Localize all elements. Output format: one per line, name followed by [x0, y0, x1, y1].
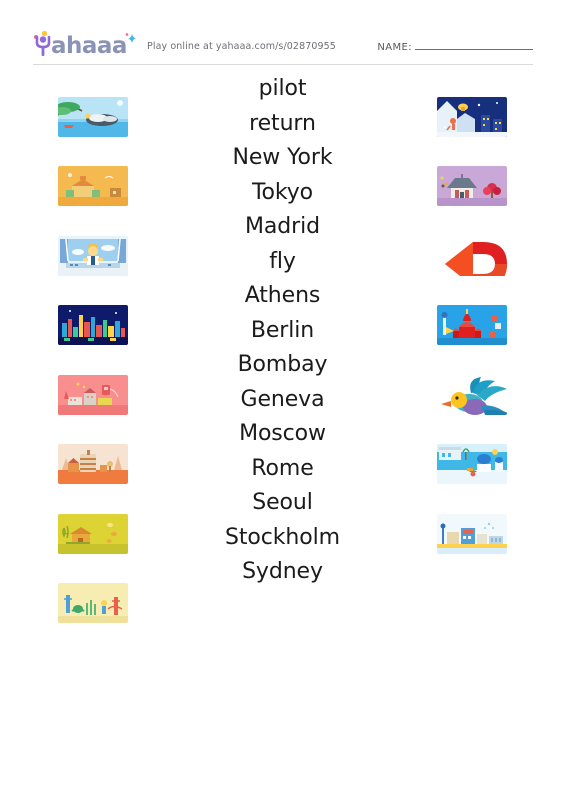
right-slot-1	[412, 82, 532, 152]
word-item: Bombay	[237, 352, 328, 377]
left-slot-4	[33, 291, 153, 361]
left-slot-1	[33, 82, 153, 152]
right-slot-3	[412, 221, 532, 291]
left-slot-7	[33, 499, 153, 569]
right-slot-2	[412, 152, 532, 222]
return-arrow-icon	[437, 236, 507, 276]
name-label: NAME:	[377, 41, 412, 53]
word-item: Athens	[244, 283, 321, 308]
beach-island-illustration	[58, 96, 128, 137]
logo-sparkle-icon	[125, 33, 136, 43]
right-slot-6	[412, 430, 532, 500]
flying-bird-icon	[437, 375, 507, 415]
greek-island-illustration	[437, 444, 507, 485]
moscow-kremlin-illustration	[437, 305, 507, 346]
word-item: fly	[269, 248, 296, 274]
word-list: pilot return New York Tokyo Madrid fly A…	[160, 72, 405, 590]
word-item: Madrid	[245, 214, 320, 239]
word-item: Stockholm	[225, 524, 340, 550]
left-slot-3	[33, 221, 153, 291]
yahaaa-logo[interactable]: ahaaa	[33, 31, 136, 61]
yellow-temple-illustration	[58, 513, 128, 554]
name-field-group: NAME:	[377, 40, 533, 53]
right-slot-4	[412, 291, 532, 361]
word-item: New York	[232, 145, 333, 170]
winter-night-village-illustration	[437, 96, 507, 137]
word-item: pilot	[258, 76, 307, 101]
pagoda-temple-illustration	[437, 166, 507, 207]
madrid-buildings-illustration	[58, 166, 128, 207]
word-item: Moscow	[239, 421, 326, 446]
waterfront-city-illustration	[437, 513, 507, 554]
pilot-cockpit-illustration	[58, 235, 128, 276]
golden-gate-illustration	[58, 583, 128, 624]
left-picture-column	[33, 82, 153, 638]
pink-city-illustration	[58, 374, 128, 415]
worksheet-page: ahaaa Play online at yahaaa.com/s/028709…	[0, 0, 565, 800]
left-slot-2	[33, 152, 153, 222]
right-slot-5	[412, 360, 532, 430]
word-item: Sydney	[242, 559, 323, 584]
play-online-link[interactable]: Play online at yahaaa.com/s/02870955	[147, 41, 336, 52]
word-item: Geneva	[240, 386, 325, 412]
logo-wordmark: ahaaa	[51, 33, 127, 59]
page-header: ahaaa Play online at yahaaa.com/s/028709…	[33, 28, 533, 64]
word-item: Berlin	[250, 317, 315, 343]
header-divider	[33, 64, 533, 65]
word-item: Rome	[251, 455, 314, 481]
logo-y-figure-icon	[35, 35, 51, 56]
word-item: Tokyo	[251, 179, 314, 205]
night-city-skyline-illustration	[58, 305, 128, 346]
left-slot-8	[33, 569, 153, 639]
right-picture-column	[412, 82, 532, 569]
word-item: Seoul	[252, 490, 313, 515]
right-slot-7	[412, 499, 532, 569]
left-slot-6	[33, 430, 153, 500]
rome-colosseum-illustration	[58, 444, 128, 485]
word-item: return	[249, 110, 316, 136]
left-slot-5	[33, 360, 153, 430]
name-input-line[interactable]	[415, 40, 533, 50]
